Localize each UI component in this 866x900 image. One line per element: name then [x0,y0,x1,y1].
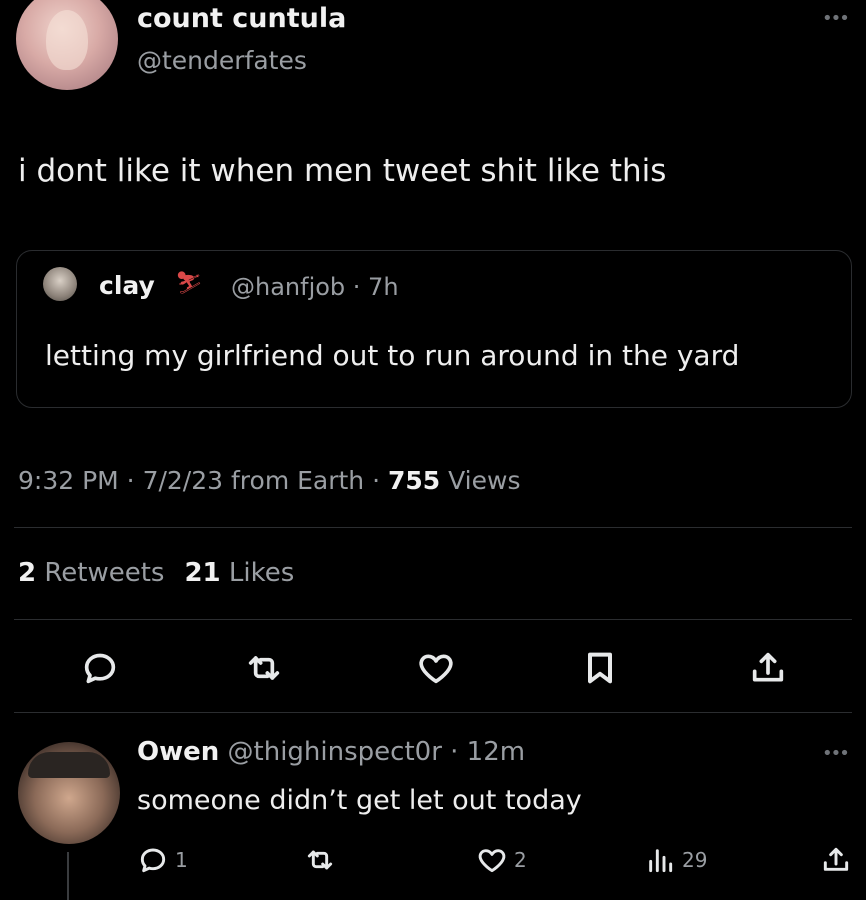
reply-button[interactable] [80,648,124,688]
like-button[interactable] [416,648,460,688]
more-icon[interactable]: ••• [822,743,850,764]
bookmark-icon [588,652,612,684]
more-icon[interactable]: ••• [822,8,850,29]
divider [14,527,852,528]
share-icon [823,847,849,871]
reply-like-button[interactable]: 2 [476,842,527,878]
author-handle[interactable]: @tenderfates [137,46,307,75]
reply-icon [140,848,166,873]
author-display-name[interactable]: count cuntula [137,3,346,34]
reply-reply-button[interactable]: 1 [137,842,188,878]
retweets-link[interactable]: 2 Retweets [18,558,164,588]
author-avatar[interactable] [16,0,118,90]
tweet-time: 9:32 PM · 7/2/23 from Earth · [18,466,388,495]
views-label: Views [440,466,521,495]
divider [14,619,852,620]
reply-view-count: 29 [682,848,708,872]
share-icon [752,652,784,682]
reply-views-button[interactable]: 29 [644,842,707,878]
skier-emoji-icon: ⛷ [175,271,203,296]
views-count: 755 [388,466,441,495]
thread-line [67,852,69,900]
reply-like-count: 2 [514,848,527,872]
likes-label: Likes [220,558,295,588]
heart-icon [478,849,506,873]
divider [14,712,852,713]
heart-icon [419,654,453,684]
likes-count: 21 [184,558,221,588]
share-button[interactable] [748,648,792,688]
retweet-icon [248,656,280,680]
quote-handle-time: @hanfjob · 7h [231,273,399,301]
reply-text: someone didn’t get let out today [137,785,582,816]
reply-reply-count: 1 [175,848,188,872]
retweet-button[interactable] [244,648,288,688]
likes-link[interactable]: 21 Likes [184,558,294,588]
quote-author-name: clay [99,271,155,300]
retweets-label: Retweets [36,558,165,588]
reply-author-name[interactable]: Owen [137,737,219,767]
reply-header: Owen @thighinspect0r · 12m [137,737,525,767]
reply-handle-time[interactable]: @thighinspect0r · 12m [219,737,526,767]
tweet-text: i dont like it when men tweet shit like … [18,153,667,189]
quote-avatar [43,267,77,301]
bookmark-button[interactable] [580,648,624,688]
retweet-icon [307,850,333,870]
reply-retweet-button[interactable] [304,842,336,878]
views-icon [649,849,673,873]
reply-avatar[interactable] [18,742,120,844]
engagement-stats: 2 Retweets 21 Likes [18,558,294,588]
quoted-tweet[interactable]: clay ⛷ @hanfjob · 7h letting my girlfrie… [16,250,852,408]
reply-share-button[interactable] [820,842,852,878]
tweet-timestamp: 9:32 PM · 7/2/23 from Earth · 755 Views [18,466,521,495]
quote-text: letting my girlfriend out to run around … [45,339,740,372]
reply-icon [84,653,116,684]
retweets-count: 2 [18,558,37,588]
